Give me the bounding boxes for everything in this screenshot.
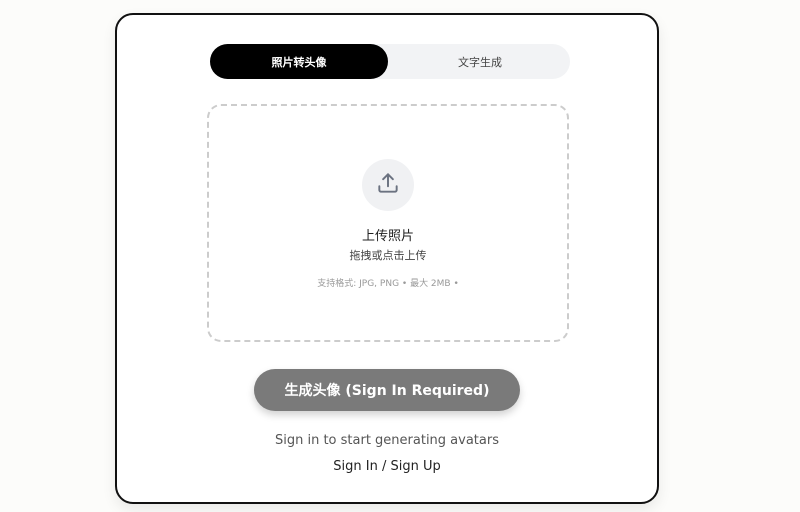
upload-icon-circle	[362, 159, 414, 211]
signin-message: Sign in to start generating avatars	[274, 433, 499, 448]
upload-subtitle: 拖拽或点击上传	[349, 249, 427, 262]
avatar-generator-card: 照片转头像 文字生成 上传照片 拖拽或点击上传 支持格式: JPG, PNG •…	[115, 13, 659, 504]
tab-photo-to-avatar[interactable]: 照片转头像	[210, 44, 388, 79]
upload-title: 上传照片	[361, 229, 414, 244]
photo-dropzone[interactable]: 上传照片 拖拽或点击上传 支持格式: JPG, PNG • 最大 2MB •	[207, 104, 569, 342]
tab-text-generate[interactable]: 文字生成	[390, 44, 570, 79]
upload-icon	[375, 170, 401, 200]
upload-format-hint: 支持格式: JPG, PNG • 最大 2MB •	[317, 279, 459, 289]
signin-signup-link[interactable]: Sign In / Sign Up	[117, 459, 657, 474]
generate-avatar-button[interactable]: 生成头像 (Sign In Required)	[254, 369, 520, 411]
mode-tabs: 照片转头像 文字生成	[210, 44, 570, 79]
